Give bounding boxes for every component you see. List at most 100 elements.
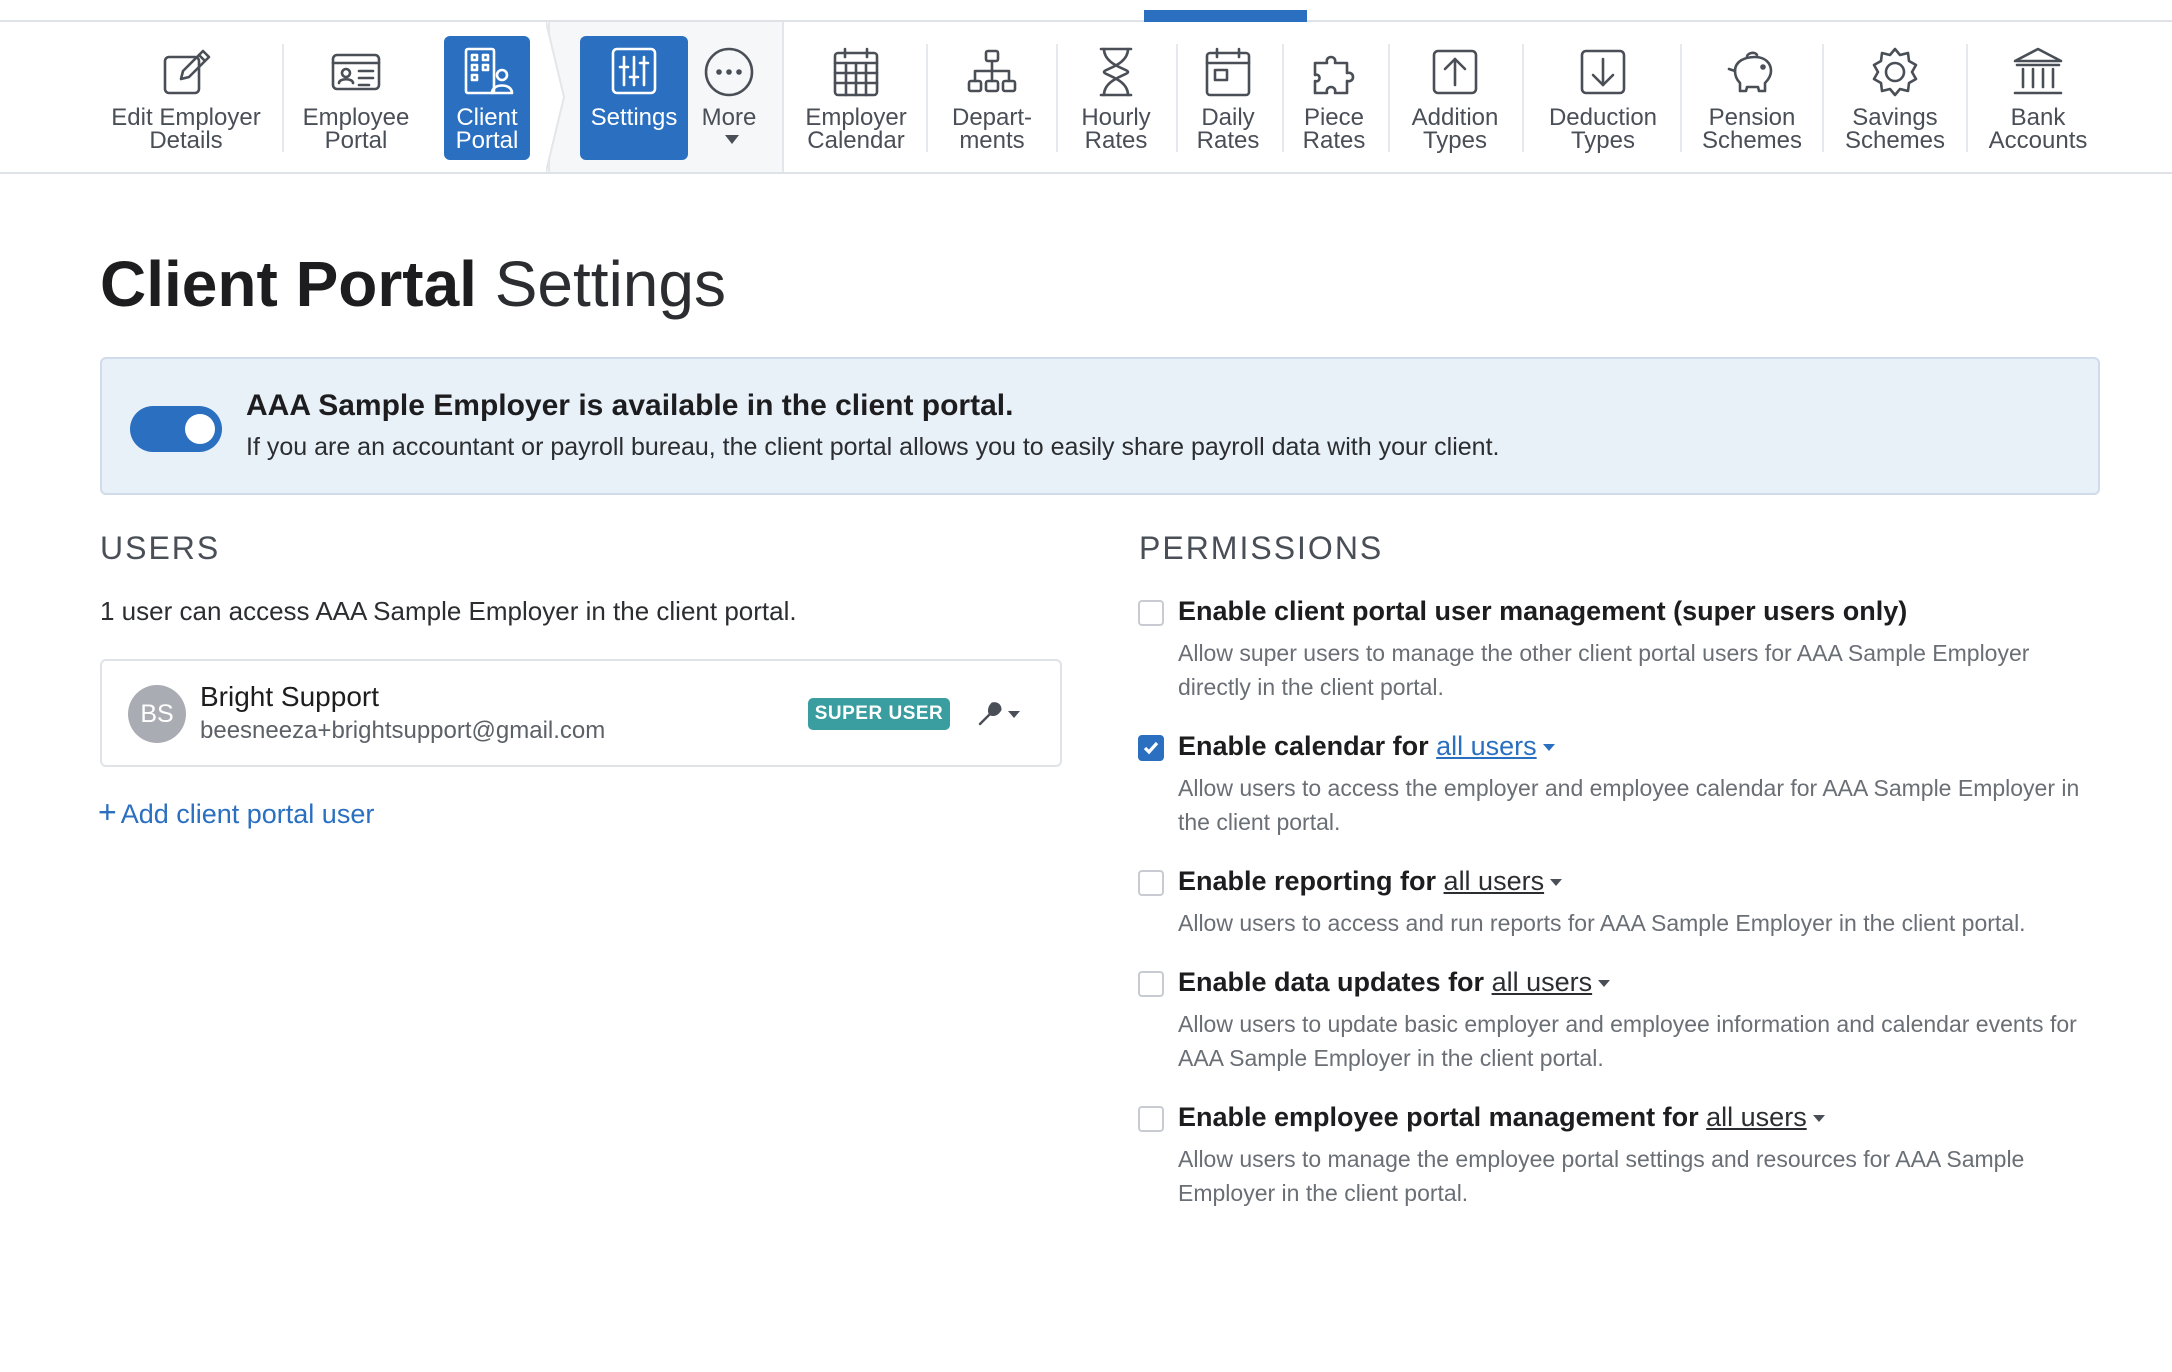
banner-title: AAA Sample Employer is available in the …: [246, 389, 1014, 422]
top-strip: [0, 0, 2172, 22]
users-heading: USERS: [100, 530, 221, 566]
tool-label: Employer Calendar: [805, 104, 907, 154]
tool-label: Piece Rates: [1302, 104, 1366, 154]
tool-label: Settings: [590, 104, 678, 131]
tool-savings-schemes[interactable]: Savings Schemes: [1836, 36, 1954, 160]
arrow-up-box-icon: [1427, 44, 1483, 100]
chevron-down-icon: [1542, 744, 1555, 752]
toolbar-divider: [1966, 44, 1968, 152]
users-count-text: 1 user can access AAA Sample Employer in…: [100, 596, 797, 626]
permission-title: Enable client portal user management (su…: [1178, 596, 1908, 626]
tool-hourly-rates[interactable]: Hourly Rates: [1070, 36, 1162, 160]
tool-label: Pension Schemes: [1701, 104, 1803, 154]
permission-title: Enable reporting for all users: [1178, 866, 1563, 897]
calendar-scope-dropdown[interactable]: all users: [1436, 731, 1537, 761]
plus-icon: +: [98, 794, 117, 830]
tool-bank-accounts[interactable]: Bank Accounts: [1984, 36, 2092, 160]
tool-employer-calendar[interactable]: Employer Calendar: [800, 36, 912, 160]
day-calendar-icon: [1200, 44, 1256, 100]
tool-settings[interactable]: Settings: [580, 36, 688, 160]
tool-more[interactable]: More: [696, 36, 762, 160]
permission-user-management: Enable client portal user management (su…: [1138, 596, 2098, 706]
toolbar-divider: [1822, 44, 1824, 152]
employee-portal-scope-dropdown[interactable]: all users: [1706, 1102, 1807, 1132]
permission-title: Enable data updates for all users: [1178, 967, 1611, 998]
permission-desc: Allow users to access and run reports fo…: [1178, 910, 2026, 936]
toggle-knob: [185, 414, 215, 444]
tool-edit-employer-details[interactable]: Edit Employer Details: [104, 36, 268, 160]
toolbar-divider: [1282, 44, 1284, 152]
permission-desc: Allow users to access the employer and e…: [1178, 775, 2080, 835]
chevron-down-icon: [1598, 980, 1611, 988]
permission-reporting: Enable reporting for all users Allow use…: [1138, 866, 2098, 946]
tool-pension-schemes[interactable]: Pension Schemes: [1694, 36, 1810, 160]
tool-label: Hourly Rates: [1081, 104, 1151, 154]
portal-availability-banner: AAA Sample Employer is available in the …: [100, 357, 2100, 495]
banner-subtitle: If you are an accountant or payroll bure…: [246, 433, 1500, 461]
tool-piece-rates[interactable]: Piece Rates: [1294, 36, 1374, 160]
toolbar-divider: [1176, 44, 1178, 152]
toolbar-divider: [1522, 44, 1524, 152]
permission-calendar: Enable calendar for all users Allow user…: [1138, 731, 2098, 841]
tool-deduction-types[interactable]: Deduction Types: [1538, 36, 1668, 160]
super-user-badge: SUPER USER: [808, 698, 950, 730]
tool-client-portal[interactable]: Client Portal: [444, 36, 530, 160]
chevron-divider-icon: [546, 22, 566, 172]
puzzle-icon: [1306, 44, 1362, 100]
chevron-down-icon: [725, 135, 739, 144]
tool-label: Bank Accounts: [1988, 104, 2088, 154]
calendar-checkbox[interactable]: [1138, 735, 1164, 761]
building-user-icon: [459, 44, 515, 100]
tool-daily-rates[interactable]: Daily Rates: [1186, 36, 1270, 160]
tool-label: Depart- ments: [951, 104, 1033, 154]
avatar: BS: [128, 685, 186, 743]
tool-label: Edit Employer Details: [111, 104, 261, 154]
chevron-down-icon: [1812, 1115, 1825, 1123]
chevron-down-icon: [1550, 879, 1563, 887]
client-portal-toggle[interactable]: [130, 406, 222, 452]
toolbar-divider: [1056, 44, 1058, 152]
badge-icon: [1867, 44, 1923, 100]
user-name: Bright Support: [200, 681, 379, 712]
arrow-down-box-icon: [1575, 44, 1631, 100]
tool-departments[interactable]: Depart- ments: [942, 36, 1042, 160]
page-title-light: Settings: [494, 248, 726, 320]
more-icon: [701, 44, 757, 100]
piggy-bank-icon: [1724, 44, 1780, 100]
user-management-checkbox[interactable]: [1138, 600, 1164, 626]
data-updates-checkbox[interactable]: [1138, 971, 1164, 997]
tool-addition-types[interactable]: Addition Types: [1404, 36, 1506, 160]
page-title-strong: Client Portal: [100, 248, 477, 320]
permission-desc: Allow users to manage the employee porta…: [1178, 1146, 2025, 1206]
toolbar-divider: [1680, 44, 1682, 152]
bank-icon: [2010, 44, 2066, 100]
sliders-icon: [606, 44, 662, 100]
reporting-checkbox[interactable]: [1138, 870, 1164, 896]
permission-desc: Allow users to update basic employer and…: [1178, 1011, 2077, 1071]
user-actions-button[interactable]: [976, 697, 1026, 731]
tool-employee-portal[interactable]: Employee Portal: [296, 36, 416, 160]
employee-portal-checkbox[interactable]: [1138, 1106, 1164, 1132]
permission-employee-portal: Enable employee portal management for al…: [1138, 1102, 2098, 1212]
data-updates-scope-dropdown[interactable]: all users: [1492, 967, 1593, 997]
permission-title: Enable employee portal management for al…: [1178, 1102, 1825, 1133]
toolbar-divider: [282, 44, 284, 152]
permission-data-updates: Enable data updates for all users Allow …: [1138, 967, 2098, 1077]
chevron-down-icon: [1008, 710, 1020, 718]
tool-label: Addition Types: [1411, 104, 1499, 154]
tool-label: Daily Rates: [1196, 104, 1260, 154]
tool-label: Client Portal: [455, 104, 519, 154]
toolbar-divider: [926, 44, 928, 152]
edit-icon: [158, 44, 214, 100]
wrench-icon: [978, 701, 1002, 726]
reporting-scope-dropdown[interactable]: all users: [1444, 866, 1545, 896]
tool-label: Employee Portal: [302, 104, 410, 154]
permission-desc: Allow super users to manage the other cl…: [1178, 640, 2030, 700]
id-card-icon: [328, 44, 384, 100]
toolbar: Edit Employer Details Employee Portal Cl…: [0, 22, 2172, 174]
permissions-heading: PERMISSIONS: [1139, 530, 1384, 566]
user-email: beesneeza+brightsupport@gmail.com: [200, 717, 606, 744]
add-client-portal-user-link[interactable]: + Add client portal user: [98, 794, 374, 831]
permission-title: Enable calendar for all users: [1178, 731, 1555, 762]
active-tab-indicator: [1144, 10, 1307, 22]
